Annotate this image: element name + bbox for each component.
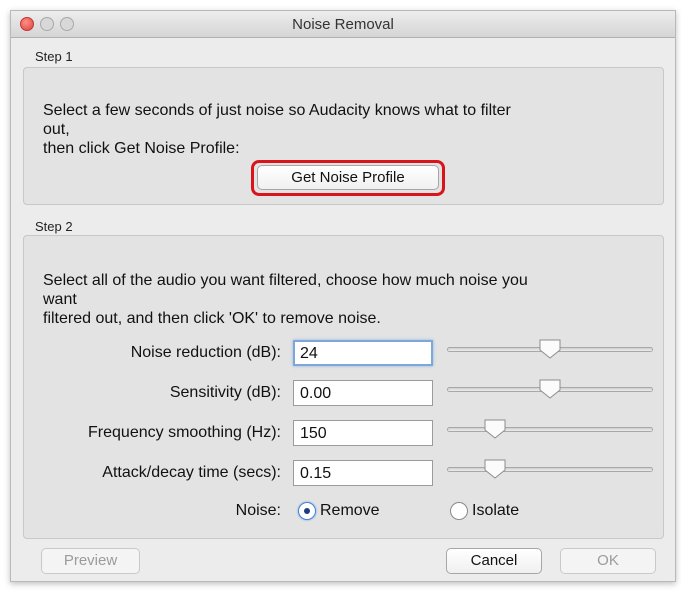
- noise-reduction-slider-thumb[interactable]: [539, 339, 561, 359]
- frequency-smoothing-input[interactable]: 150: [293, 420, 433, 446]
- isolate-radio[interactable]: [450, 502, 468, 520]
- remove-radio-dot: [304, 508, 310, 514]
- window-title: Noise Removal: [292, 16, 394, 33]
- frequency-smoothing-label: Frequency smoothing (Hz):: [88, 424, 281, 441]
- cancel-button[interactable]: Cancel: [446, 548, 542, 574]
- attack-decay-slider[interactable]: [447, 467, 653, 472]
- step-1-instruction-line-1: Select a few seconds of just noise so Au…: [43, 102, 511, 119]
- get-noise-profile-button[interactable]: Get Noise Profile: [257, 165, 439, 190]
- sensitivity-slider-thumb[interactable]: [539, 379, 561, 399]
- sensitivity-input[interactable]: 0.00: [293, 380, 433, 406]
- remove-radio-label[interactable]: Remove: [320, 502, 380, 520]
- attack-decay-slider-thumb[interactable]: [484, 459, 506, 479]
- step-2-label: Step 2: [35, 219, 73, 234]
- step-1-group: Select a few seconds of just noise so Au…: [23, 67, 664, 205]
- attack-decay-input[interactable]: 0.15: [293, 460, 433, 486]
- isolate-radio-label[interactable]: Isolate: [472, 502, 519, 520]
- attack-decay-label: Attack/decay time (secs):: [102, 464, 281, 481]
- step-1-label: Step 1: [35, 49, 73, 64]
- frequency-smoothing-slider-thumb[interactable]: [484, 419, 506, 439]
- title-bar: Noise Removal: [11, 11, 675, 38]
- step-2-instruction-line-3: filtered out, and then click 'OK' to rem…: [43, 310, 381, 327]
- noise-mode-label: Noise:: [235, 502, 281, 519]
- frequency-smoothing-slider[interactable]: [447, 427, 653, 432]
- step-2-instruction-line-1: Select all of the audio you want filtere…: [43, 272, 528, 289]
- noise-removal-dialog: Noise Removal Step 1 Select a few second…: [10, 10, 676, 582]
- step-2-group: Select all of the audio you want filtere…: [23, 235, 664, 539]
- ok-button[interactable]: OK: [560, 548, 656, 574]
- step-1-instruction-line-3: then click Get Noise Profile:: [43, 140, 240, 157]
- preview-button[interactable]: Preview: [41, 548, 140, 574]
- noise-reduction-input[interactable]: 24: [293, 340, 433, 366]
- remove-radio[interactable]: [298, 502, 316, 520]
- step-1-instruction-line-2: out,: [43, 121, 70, 138]
- step-2-instruction-line-2: want: [43, 291, 77, 308]
- noise-reduction-label: Noise reduction (dB):: [130, 344, 281, 361]
- sensitivity-label: Sensitivity (dB):: [169, 384, 281, 401]
